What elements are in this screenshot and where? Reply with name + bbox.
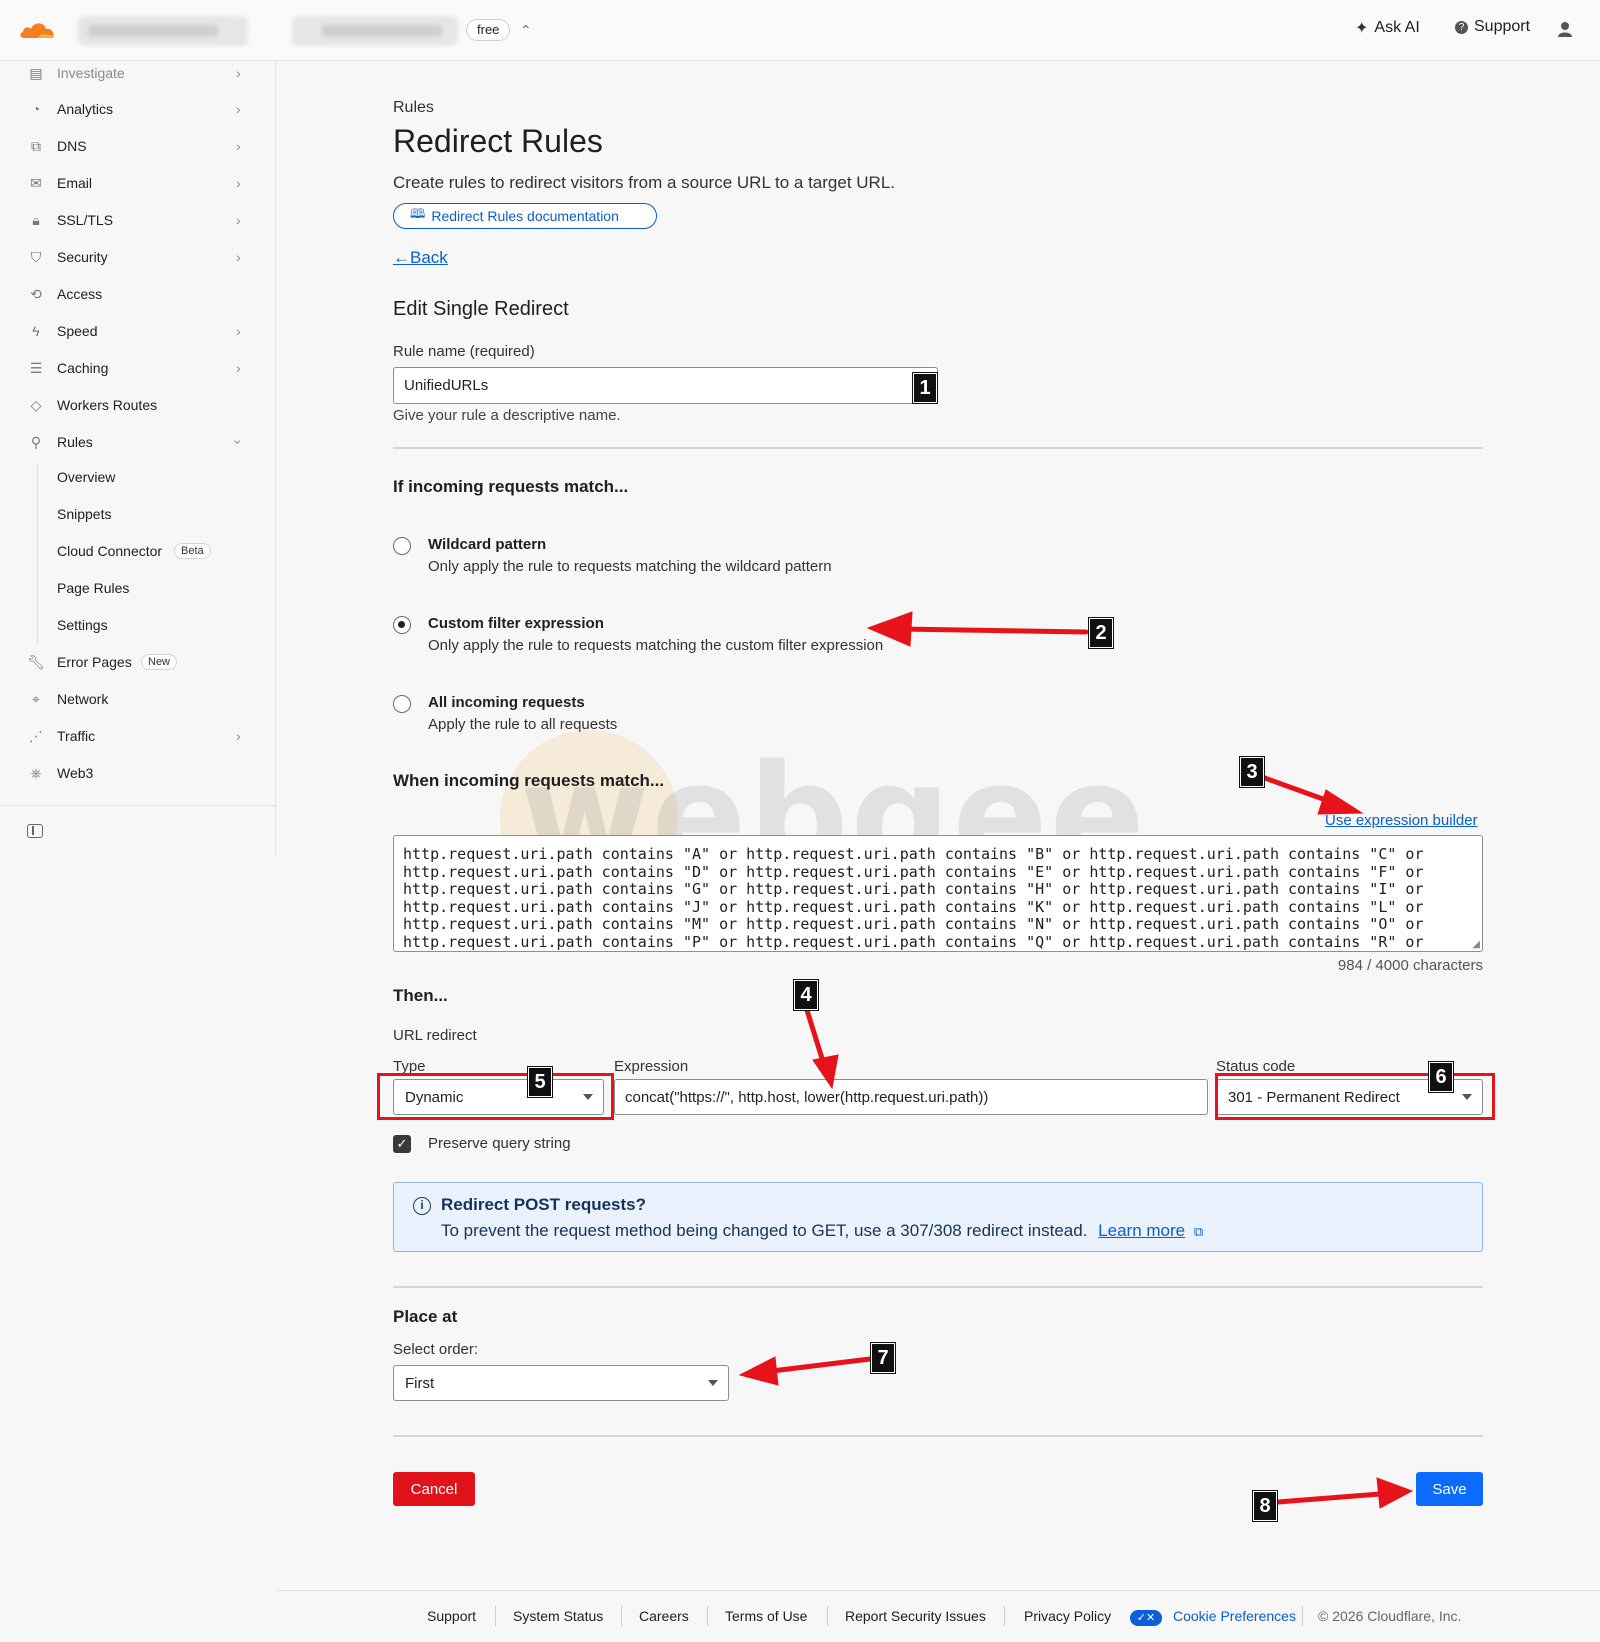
footer-link-system-status[interactable]: System Status	[513, 1608, 603, 1624]
annotation-number-2: 2	[1089, 618, 1113, 648]
annotation-arrow-8	[1275, 1491, 1383, 1505]
annotation-number-4: 4	[794, 980, 818, 1010]
annotation-arrowhead-3	[1317, 789, 1364, 815]
footer-separator	[1302, 1606, 1303, 1626]
annotation-number-5: 5	[528, 1067, 552, 1097]
annotation-arrow-2	[897, 626, 1089, 635]
annotation-number-7: 7	[871, 1343, 895, 1373]
footer-separator	[495, 1606, 496, 1626]
footer-separator	[621, 1606, 622, 1626]
annotation-arrow-7	[769, 1356, 873, 1374]
cookie-toggle-icon[interactable]: ✓✕	[1130, 1608, 1162, 1626]
annotation-number-6: 6	[1429, 1062, 1453, 1092]
footer-link-careers[interactable]: Careers	[639, 1608, 689, 1624]
footer-separator	[827, 1606, 828, 1626]
annotation-arrowhead-2	[866, 611, 913, 647]
annotation-number-1: 1	[913, 373, 937, 403]
footer-link-report-security[interactable]: Report Security Issues	[845, 1608, 986, 1624]
annotation-arrows	[738, 611, 1414, 1509]
annotation-number-3: 3	[1240, 757, 1264, 787]
footer-link-privacy[interactable]: Privacy Policy	[1024, 1608, 1111, 1624]
footer-copyright: © 2026 Cloudflare, Inc.	[1318, 1608, 1462, 1624]
footer-link-terms[interactable]: Terms of Use	[725, 1608, 807, 1624]
annotation-arrowhead-4	[812, 1054, 839, 1090]
footer-separator	[1004, 1606, 1005, 1626]
footer-separator	[707, 1606, 708, 1626]
annotation-arrowhead-8	[1376, 1477, 1414, 1509]
footer-link-cookie-preferences[interactable]: Cookie Preferences	[1173, 1608, 1296, 1624]
footer-link-support[interactable]: Support	[427, 1608, 476, 1624]
annotation-number-8: 8	[1253, 1491, 1277, 1521]
annotation-arrowhead-7	[738, 1356, 779, 1386]
